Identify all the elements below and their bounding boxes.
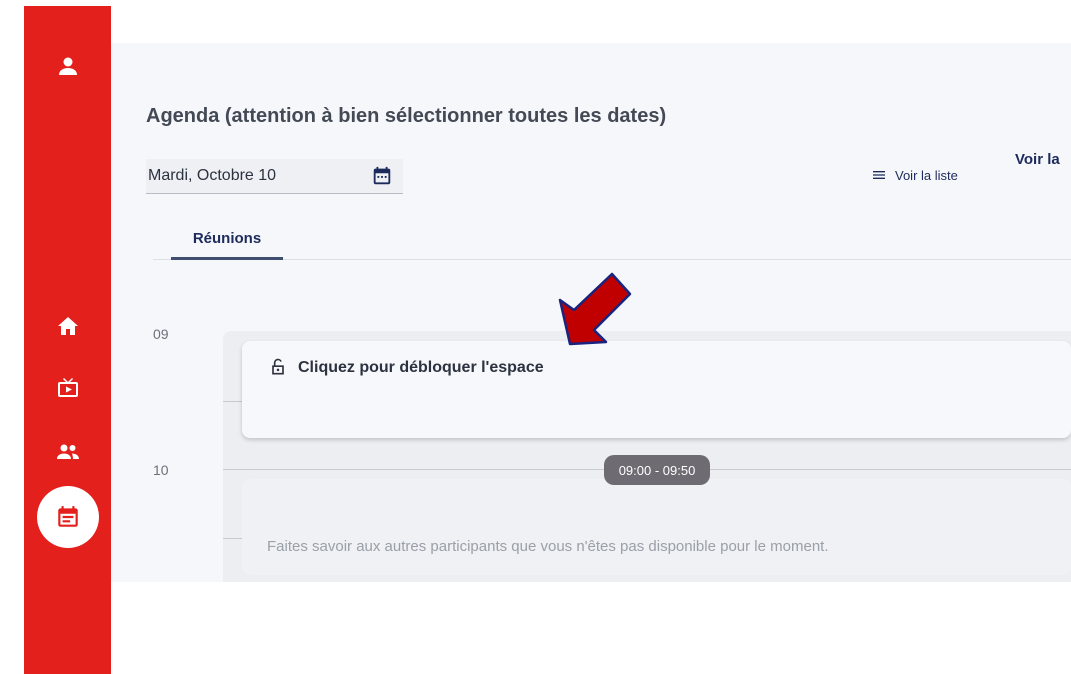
lock-open-icon (268, 357, 288, 377)
availability-slot[interactable] (242, 479, 1071, 575)
date-value: Mardi, Octobre 10 (148, 167, 277, 184)
time-range-badge: 09:00 - 09:50 (604, 455, 710, 485)
tv-icon[interactable] (54, 374, 82, 402)
hour-label: 10 (153, 462, 169, 478)
hour-gridline (223, 401, 243, 402)
people-icon[interactable] (54, 438, 82, 466)
calendar-icon[interactable] (37, 486, 99, 548)
sidebar (24, 6, 111, 674)
page-title: Agenda (attention à bien sélectionner to… (146, 105, 667, 127)
date-picker-field[interactable]: Mardi, Octobre 10 (146, 159, 403, 194)
home-icon[interactable] (54, 312, 82, 340)
list-icon (873, 171, 885, 179)
hour-label: 09 (153, 326, 169, 342)
unlock-space-card[interactable]: Cliquez pour débloquer l'espace (242, 341, 1071, 438)
view-list-label: Voir la liste (895, 167, 958, 183)
view-link-truncated[interactable]: Voir la (1015, 151, 1060, 168)
tab-bar: Réunions (153, 219, 1071, 260)
annotation-arrow-icon (558, 272, 632, 346)
view-list-button[interactable]: Voir la liste (871, 167, 958, 183)
tab-reunions[interactable]: Réunions (171, 219, 283, 260)
calendar-icon[interactable] (371, 165, 393, 187)
event-title: Cliquez pour débloquer l'espace (298, 359, 544, 376)
availability-message: Faites savoir aux autres participants qu… (267, 538, 829, 555)
user-icon[interactable] (54, 52, 82, 80)
